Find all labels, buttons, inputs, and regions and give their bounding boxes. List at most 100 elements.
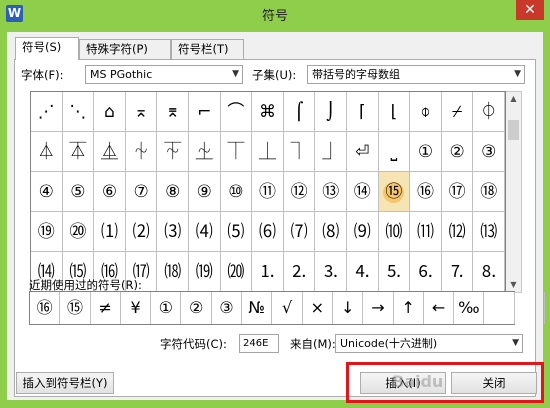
recent-symbol-cell[interactable]: ≠ — [91, 292, 121, 324]
symbol-cell[interactable]: ⌒ — [220, 92, 253, 132]
recent-symbol-cell[interactable]: → — [363, 292, 394, 324]
symbol-cell[interactable]: ⒆ — [189, 252, 221, 292]
symbol-cell[interactable]: ⒀ — [473, 212, 505, 252]
symbol-cell[interactable]: ⒋ — [347, 252, 379, 292]
symbol-cell[interactable]: ⒈ — [252, 252, 284, 292]
recent-symbol-cell[interactable]: ③ — [212, 292, 243, 324]
tab-symbols[interactable]: 符号(S) — [15, 37, 79, 60]
symbol-cell[interactable]: ⏊ — [252, 132, 284, 172]
symbol-cell[interactable]: ⑫ — [283, 172, 316, 212]
symbol-cell[interactable]: ⑲ — [31, 212, 63, 252]
recent-symbol-cell[interactable] — [485, 292, 515, 324]
symbol-cell[interactable]: ⌘ — [252, 92, 284, 132]
symbol-cell[interactable]: ⌽ — [410, 92, 442, 132]
font-select[interactable]: MS PGothic ▼ — [85, 65, 243, 84]
symbol-cell[interactable]: ⌐ — [189, 92, 221, 132]
symbol-cell[interactable]: ⏇ — [157, 132, 189, 172]
symbol-cell[interactable]: ⌂ — [94, 92, 126, 132]
symbol-cell[interactable]: ② — [441, 132, 474, 172]
symbol-cell[interactable]: ⌠ — [283, 92, 316, 132]
symbol-cell[interactable]: ⏈ — [189, 132, 221, 172]
tab-symbol-bar[interactable]: 符号栏(T) — [171, 39, 244, 59]
symbol-cell[interactable]: ⑯ — [410, 172, 442, 212]
symbol-cell[interactable]: ⑱ — [473, 172, 505, 212]
symbol-cell[interactable]: ⏅ — [94, 132, 126, 172]
symbol-grid[interactable]: ⋰ ⋱ ⌂ ⌅ ⌆ ⌐ ⌒ ⌘ ⌠ ⌡ ⌈ ⌊ ⌽ ⌿ ⏀ ⏃ ⏄ ⏅ ⏆ ⏇ ⏈ ⏉ ⏊ ⏋ ⏌ ⏎ ⎵ ① ② ③ ④ ⑤ ⑥ ⑦ ⑧ ⑨ ⑩ ⑪ ⑫ ⑬… — [30, 91, 506, 293]
recent-symbols-bar[interactable]: ⑯ ⑮ ≠ ¥ ① ② ③ № √ × ↓ → ↑ ← ‰ — [29, 291, 546, 325]
recent-symbol-cell[interactable]: № — [242, 292, 273, 324]
symbol-cell[interactable]: ⑾ — [410, 212, 442, 252]
recent-symbol-cell[interactable]: ① — [151, 292, 182, 324]
char-code-input[interactable]: 246E — [239, 334, 279, 353]
symbol-cell[interactable]: ⏉ — [220, 132, 253, 172]
tab-special-chars[interactable]: 特殊字符(P) — [79, 39, 171, 59]
symbol-cell[interactable]: ⑩ — [220, 172, 253, 212]
symbol-cell[interactable]: ⑭ — [347, 172, 379, 212]
recent-symbol-cell[interactable]: ⑯ — [30, 292, 61, 324]
symbol-cell[interactable]: ① — [410, 132, 442, 172]
close-window-icon[interactable]: ✕ — [516, 0, 544, 20]
symbol-cell[interactable]: ⑹ — [252, 212, 284, 252]
symbol-cell[interactable]: ⒍ — [410, 252, 442, 292]
symbol-cell[interactable]: ⑼ — [347, 212, 379, 252]
from-select[interactable]: Unicode(十六进制) ▼ — [335, 334, 523, 353]
scroll-down-icon[interactable]: ▼ — [506, 278, 521, 292]
symbol-cell[interactable]: ⒊ — [315, 252, 347, 292]
recent-symbol-cell[interactable]: ↓ — [333, 292, 364, 324]
symbol-cell[interactable]: ⑸ — [220, 212, 253, 252]
symbol-cell[interactable]: ⒌ — [378, 252, 411, 292]
recent-symbol-cell[interactable]: ⑮ — [60, 292, 91, 324]
symbol-cell[interactable]: ⌆ — [157, 92, 189, 132]
symbol-cell[interactable]: ⑷ — [189, 212, 221, 252]
symbol-cell[interactable]: ⌡ — [315, 92, 347, 132]
symbol-cell[interactable]: ⒇ — [220, 252, 253, 292]
symbol-cell[interactable]: ⋱ — [62, 92, 95, 132]
symbol-cell[interactable]: ⒏ — [473, 252, 505, 292]
recent-symbol-cell[interactable]: ② — [182, 292, 212, 324]
symbol-cell[interactable]: ⏄ — [62, 132, 95, 172]
symbol-grid-scrollbar[interactable]: ▲ ▼ — [506, 91, 522, 293]
symbol-cell[interactable]: ⎵ — [378, 132, 411, 172]
symbol-cell[interactable]: ⑮ — [378, 172, 411, 212]
symbol-cell[interactable]: ⌿ — [441, 92, 474, 132]
scroll-up-icon[interactable]: ▲ — [506, 92, 521, 106]
symbol-cell[interactable]: ⑪ — [252, 172, 284, 212]
symbol-cell[interactable]: ⒅ — [157, 252, 189, 292]
symbol-cell[interactable]: ⑥ — [94, 172, 126, 212]
symbol-cell[interactable]: ⑴ — [94, 212, 126, 252]
symbol-cell[interactable]: ⏀ — [473, 92, 505, 132]
title-bar[interactable]: W 符号 ✕ — [0, 0, 550, 28]
symbol-cell[interactable]: ⒎ — [441, 252, 474, 292]
subset-select[interactable]: 带括号的字母数组 ▼ — [307, 65, 525, 84]
symbol-cell[interactable]: ⌈ — [347, 92, 379, 132]
symbol-cell[interactable]: ⌊ — [378, 92, 411, 132]
symbol-cell[interactable]: ⑶ — [157, 212, 189, 252]
symbol-cell[interactable]: ④ — [31, 172, 63, 212]
symbol-cell[interactable]: ⑤ — [62, 172, 95, 212]
symbol-cell[interactable]: ⑰ — [441, 172, 474, 212]
symbol-cell[interactable]: ⏆ — [125, 132, 158, 172]
symbol-cell[interactable]: ⑬ — [315, 172, 347, 212]
symbol-cell[interactable]: ⌅ — [125, 92, 158, 132]
recent-symbol-cell[interactable]: × — [303, 292, 333, 324]
symbol-cell[interactable]: ⑽ — [378, 212, 411, 252]
recent-symbol-cell[interactable] — [515, 292, 546, 324]
recent-symbol-cell[interactable]: ↑ — [394, 292, 424, 324]
recent-symbol-cell[interactable]: ← — [424, 292, 455, 324]
symbol-cell[interactable]: ⏃ — [31, 132, 63, 172]
symbol-cell[interactable]: ⑻ — [315, 212, 347, 252]
symbol-cell[interactable]: ⏌ — [315, 132, 347, 172]
symbol-cell[interactable]: ⏎ — [347, 132, 379, 172]
recent-symbol-cell[interactable]: ‰ — [454, 292, 485, 324]
symbol-cell[interactable]: ⑿ — [441, 212, 474, 252]
symbol-cell[interactable]: ⑺ — [283, 212, 316, 252]
recent-symbol-cell[interactable]: ¥ — [121, 292, 152, 324]
recent-symbol-cell[interactable]: √ — [272, 292, 303, 324]
symbol-cell[interactable]: ⒉ — [283, 252, 316, 292]
symbol-cell[interactable]: ⑳ — [62, 212, 95, 252]
symbol-cell[interactable]: ③ — [473, 132, 505, 172]
symbol-cell[interactable]: ⑨ — [189, 172, 221, 212]
symbol-cell[interactable]: ⑧ — [157, 172, 189, 212]
symbol-cell[interactable]: ⑵ — [125, 212, 158, 252]
symbol-cell[interactable]: ⏋ — [283, 132, 316, 172]
